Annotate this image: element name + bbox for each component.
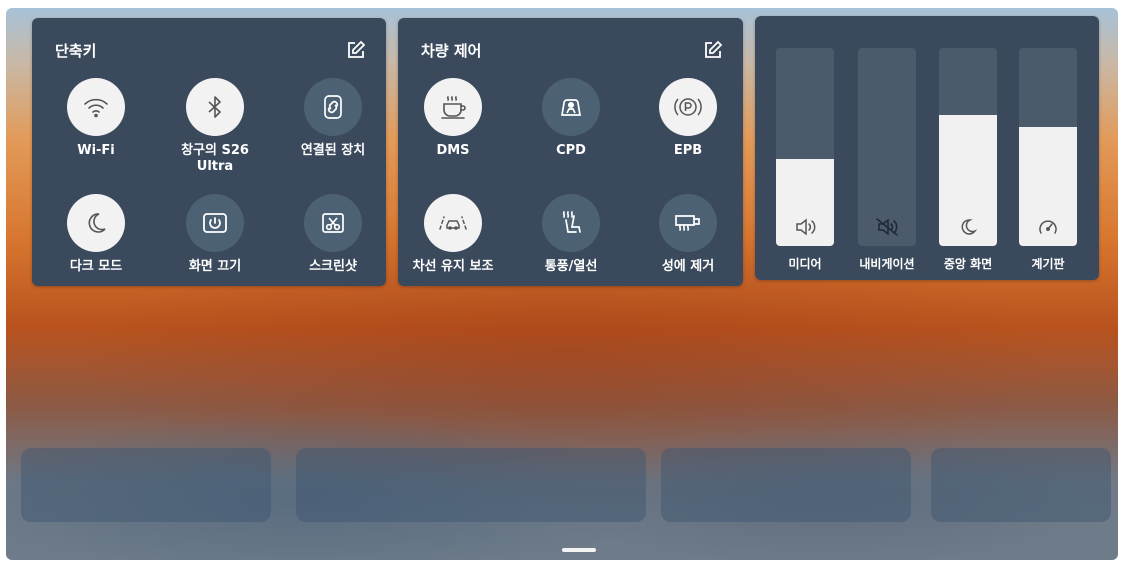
tile-dark-mode[interactable]: 다크 모드 (41, 194, 151, 275)
gauge-icon (1019, 216, 1077, 238)
child-seat-icon (542, 78, 600, 136)
tile-lane-keep[interactable]: 차선 유지 보조 (398, 194, 508, 275)
tile-label: DMS (436, 143, 470, 158)
tile-screenshot[interactable]: 스크린샷 (278, 194, 388, 275)
blurred-app-dock (661, 448, 911, 522)
tile-connected-devices[interactable]: 연결된 장치 (278, 78, 388, 159)
wifi-icon (67, 78, 125, 136)
coffee-icon (424, 78, 482, 136)
screenshot-icon (304, 194, 362, 252)
shortcuts-title: 단축키 (55, 42, 97, 60)
slider-center-display-brightness[interactable] (939, 48, 997, 246)
lane-keep-icon (424, 194, 482, 252)
moon-icon (67, 194, 125, 252)
speaker-icon (776, 216, 834, 238)
tile-screen-off[interactable]: 화면 끄기 (160, 194, 270, 275)
blurred-app-dock (296, 448, 646, 522)
tile-dms[interactable]: DMS (398, 78, 508, 159)
vehicle-edit-button[interactable] (703, 40, 723, 60)
slider-label: 내비게이션 (859, 257, 915, 271)
tile-label: 차선 유지 보조 (412, 259, 494, 274)
bluetooth-icon (186, 78, 244, 136)
moon-icon (939, 216, 997, 238)
defrost-icon (659, 194, 717, 252)
tile-seat-ventilation-heating[interactable]: 통풍/열선 (516, 194, 626, 275)
edit-icon (705, 40, 723, 58)
tile-wifi[interactable]: Wi-Fi (41, 78, 151, 159)
blurred-app-dock (931, 448, 1111, 522)
tile-defrost[interactable]: 성에 제거 (633, 194, 743, 275)
tile-label: 통풍/열선 (544, 259, 598, 274)
tile-label: EPB (673, 143, 703, 158)
edit-icon (348, 40, 366, 58)
slider-label: 중앙 화면 (943, 257, 993, 271)
seat-heat-icon (542, 194, 600, 252)
slider-media-volume[interactable] (776, 48, 834, 246)
brightness-volume-panel: 미디어 내비게이션 중앙 화면 계기판 (755, 16, 1099, 280)
tile-label: 스크린샷 (309, 259, 357, 274)
shortcuts-edit-button[interactable] (346, 40, 366, 60)
slider-navigation-volume[interactable] (858, 48, 916, 246)
home-indicator[interactable] (562, 548, 596, 552)
slider-cluster-brightness[interactable] (1019, 48, 1077, 246)
blurred-app-dock (21, 448, 271, 522)
tile-label: 성에 제거 (661, 259, 715, 274)
parking-brake-icon (659, 78, 717, 136)
slider-label: 미디어 (788, 257, 822, 271)
tile-label: 연결된 장치 (300, 143, 366, 158)
tile-label: 다크 모드 (69, 259, 123, 274)
tile-cpd[interactable]: CPD (516, 78, 626, 159)
vehicle-control-panel: 차량 제어 DMS CPD EPB 차선 유지 보조 통풍/열선 성에 제거 (398, 18, 743, 286)
tile-label: CPD (556, 143, 586, 158)
phone-link-icon (304, 78, 362, 136)
vehicle-title: 차량 제어 (421, 42, 482, 60)
tile-label: Wi-Fi (77, 143, 115, 158)
tile-epb[interactable]: EPB (633, 78, 743, 159)
slider-label: 계기판 (1031, 257, 1065, 271)
shortcuts-panel: 단축키 Wi-Fi 창구의 S26 Ultra 연결된 장치 다크 모드 화면 … (32, 18, 386, 286)
power-icon (186, 194, 244, 252)
tile-label: 화면 끄기 (188, 259, 242, 274)
tile-bluetooth[interactable]: 창구의 S26 Ultra (160, 78, 270, 175)
speaker-muted-icon (858, 216, 916, 238)
tile-label: 창구의 S26 Ultra (181, 143, 249, 174)
